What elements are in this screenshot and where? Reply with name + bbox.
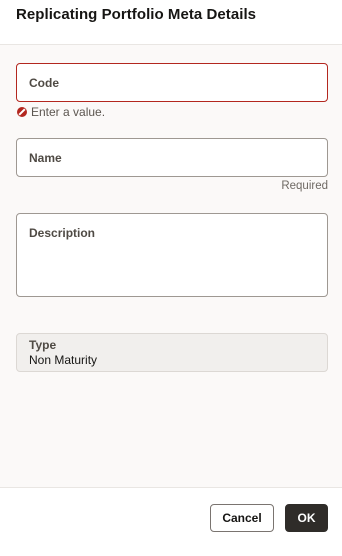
name-field-label: Name (29, 151, 62, 165)
error-circle-icon (17, 107, 27, 117)
dialog: Replicating Portfolio Meta Details Code … (0, 0, 342, 556)
description-field-label: Description (29, 226, 96, 240)
name-required-hint: Required (281, 180, 328, 192)
code-error-text: Enter a value. (31, 105, 106, 119)
dialog-title: Replicating Portfolio Meta Details (16, 6, 257, 23)
dialog-header: Replicating Portfolio Meta Details (0, 0, 342, 45)
type-label: Type (29, 338, 57, 352)
ok-button[interactable]: OK (285, 504, 328, 532)
dialog-footer: Cancel OK (0, 487, 342, 556)
code-field-label: Code (29, 76, 59, 90)
description-field[interactable]: Description (16, 213, 328, 297)
code-field[interactable]: Code (16, 63, 328, 102)
cancel-button[interactable]: Cancel (210, 504, 274, 532)
code-error-message: Enter a value. (17, 105, 105, 119)
name-field[interactable]: Name (16, 138, 328, 177)
type-readonly-field: Type Non Maturity (16, 333, 328, 372)
type-value: Non Maturity (29, 353, 98, 367)
